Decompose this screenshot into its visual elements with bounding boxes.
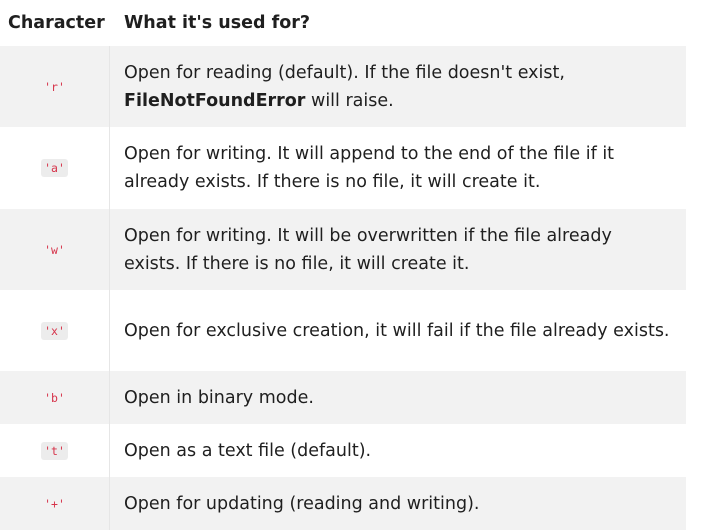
mode-code: 'a' xyxy=(41,159,68,177)
table-row: 'w' Open for writing. It will be overwri… xyxy=(0,209,686,290)
table-row: 'a' Open for writing. It will append to … xyxy=(0,127,686,209)
file-modes-table: Character What it's used for? 'r' Open f… xyxy=(0,0,686,530)
mode-code: 't' xyxy=(41,441,68,460)
mode-cell: 'r' xyxy=(0,46,110,127)
mode-cell: 't' xyxy=(0,424,110,477)
table-header-row: Character What it's used for? xyxy=(0,0,686,46)
table-row: 't' Open as a text file (default). xyxy=(0,424,686,477)
table-row: 'x' Open for exclusive creation, it will… xyxy=(0,290,686,371)
description-text: Open for reading (default). If the file … xyxy=(124,62,565,83)
mode-description: Open for writing. It will append to the … xyxy=(124,144,615,192)
header-character: Character xyxy=(8,13,105,33)
mode-cell: 'b' xyxy=(0,371,110,424)
mode-description: Open for reading (default). If the file … xyxy=(110,46,686,127)
mode-code: 'b' xyxy=(44,390,65,405)
mode-cell: 'w' xyxy=(0,209,110,290)
mode-cell: 'x' xyxy=(0,290,110,371)
mode-description: Open as a text file (default). xyxy=(124,440,372,461)
mode-cell: 'a' xyxy=(0,127,110,209)
header-description: What it's used for? xyxy=(124,13,311,33)
table-row: 'r' Open for reading (default). If the f… xyxy=(0,46,686,127)
table-row: '+' Open for updating (reading and writi… xyxy=(0,477,686,530)
table-row: 'b' Open in binary mode. xyxy=(0,371,686,424)
mode-description: Open for updating (reading and writing). xyxy=(124,493,480,514)
mode-cell: '+' xyxy=(0,477,110,530)
description-text-tail: will raise. xyxy=(305,90,394,111)
error-name: FileNotFoundError xyxy=(124,90,306,111)
mode-description: Open for writing. It will be overwritten… xyxy=(124,225,612,274)
mode-code: '+' xyxy=(44,496,65,511)
mode-code: 'w' xyxy=(44,242,65,257)
mode-description: Open for exclusive creation, it will fai… xyxy=(124,320,670,341)
mode-code: 'r' xyxy=(44,79,65,94)
mode-description: Open in binary mode. xyxy=(124,387,314,408)
mode-code: 'x' xyxy=(41,321,68,340)
